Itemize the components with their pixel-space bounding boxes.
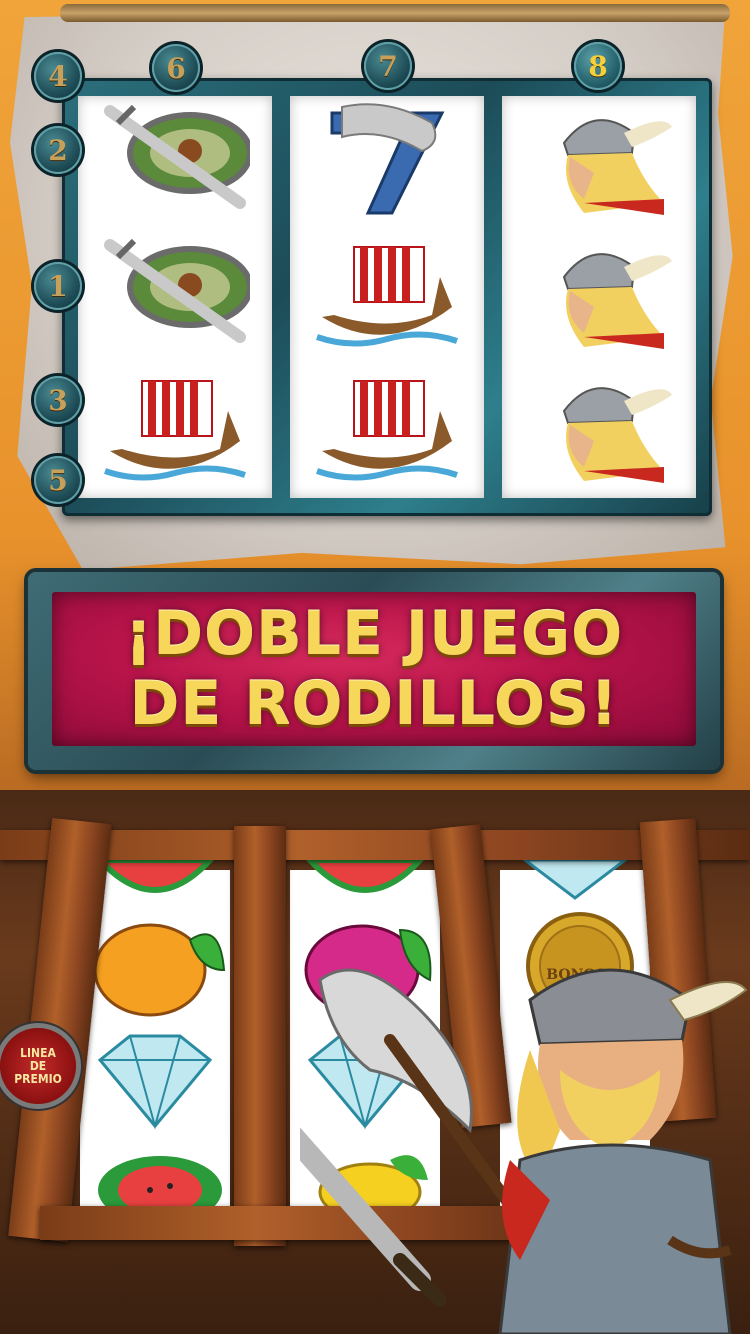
payline-prize-line-1: LINEA bbox=[20, 1045, 56, 1060]
promo-banner-line-1: ¡DOBLE JUEGO bbox=[124, 599, 624, 669]
payline-badge-7[interactable]: 7 bbox=[364, 42, 412, 90]
hanging-rod bbox=[60, 4, 730, 22]
payline-badge-2[interactable]: 2 bbox=[34, 126, 82, 174]
symbol-viking-ship-icon bbox=[78, 364, 272, 498]
payline-badge-6[interactable]: 6 bbox=[152, 44, 200, 92]
symbol-viking-ship-icon bbox=[290, 364, 484, 498]
symbol-viking-head-icon bbox=[502, 364, 696, 498]
payline-badge-8[interactable]: 8 bbox=[574, 42, 622, 90]
lower-reel-1 bbox=[80, 860, 230, 1230]
symbol-viking-ship-icon bbox=[290, 230, 484, 364]
watermelon-icon bbox=[305, 860, 425, 900]
payline-prize-line-2: DE bbox=[29, 1058, 47, 1073]
watermelon-icon bbox=[95, 860, 215, 900]
viking-warrior-icon bbox=[498, 968, 748, 1334]
diamond-icon bbox=[80, 1030, 230, 1130]
upper-reel-3 bbox=[502, 96, 696, 498]
orange-icon bbox=[90, 910, 230, 1020]
payline-badge-3[interactable]: 3 bbox=[34, 376, 82, 424]
symbol-axe-seven-icon bbox=[290, 96, 484, 230]
payline-prize-button[interactable]: LINEA DE PREMIO bbox=[0, 1028, 76, 1104]
symbol-viking-head-icon bbox=[502, 230, 696, 364]
payline-badge-1[interactable]: 1 bbox=[34, 262, 82, 310]
payline-prize-line-3: PREMIO bbox=[14, 1071, 62, 1086]
symbol-viking-head-icon bbox=[502, 96, 696, 230]
payline-badge-4[interactable]: 4 bbox=[34, 52, 82, 100]
wood-post-mid-left bbox=[234, 826, 286, 1246]
promo-banner: ¡DOBLE JUEGO DE RODILLOS! bbox=[28, 572, 720, 770]
promo-banner-line-2: DE RODILLOS! bbox=[129, 669, 619, 739]
promo-banner-panel: ¡DOBLE JUEGO DE RODILLOS! bbox=[52, 592, 696, 746]
diamond-icon bbox=[515, 860, 635, 900]
payline-badge-5[interactable]: 5 bbox=[34, 456, 82, 504]
wood-beam-top bbox=[0, 830, 750, 860]
symbol-shield-sword-icon bbox=[78, 230, 272, 364]
upper-reel-1 bbox=[78, 96, 272, 498]
upper-reel-2 bbox=[290, 96, 484, 498]
symbol-shield-sword-icon bbox=[78, 96, 272, 230]
